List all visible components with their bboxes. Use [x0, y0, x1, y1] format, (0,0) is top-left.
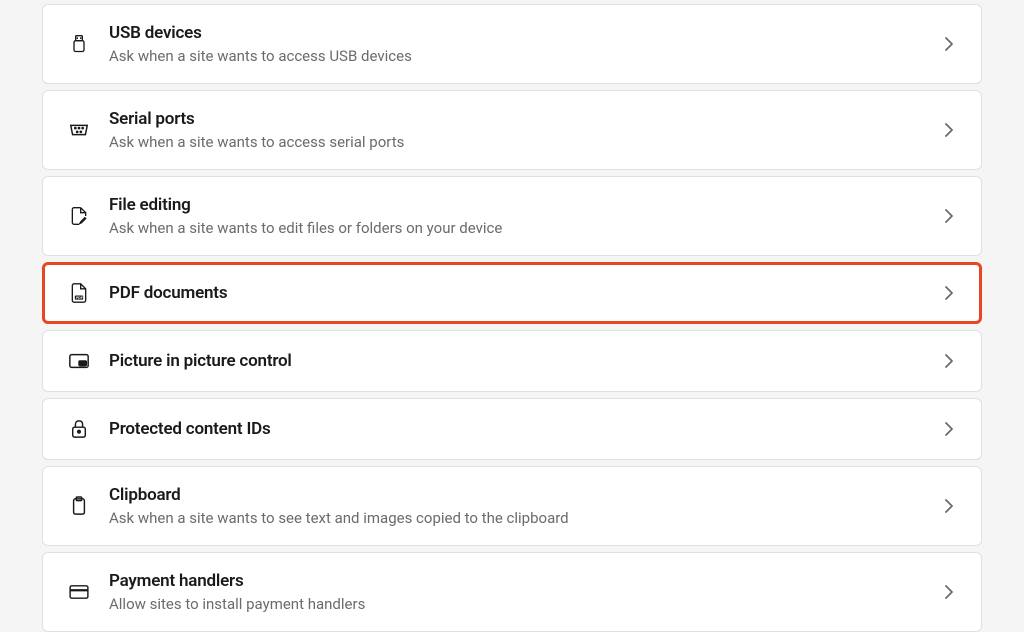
settings-item-picture-in-picture[interactable]: Picture in picture control [42, 330, 982, 392]
item-content: File editing Ask when a site wants to ed… [109, 195, 941, 237]
chevron-right-icon [941, 36, 957, 52]
item-title: Payment handlers [109, 571, 941, 591]
file-edit-icon [67, 204, 91, 228]
credit-card-icon [67, 580, 91, 604]
chevron-right-icon [941, 498, 957, 514]
item-title: Protected content IDs [109, 419, 941, 439]
item-title: PDF documents [109, 283, 941, 303]
item-content: PDF documents [109, 283, 941, 303]
chevron-right-icon [941, 122, 957, 138]
usb-icon [67, 32, 91, 56]
settings-item-serial-ports[interactable]: Serial ports Ask when a site wants to ac… [42, 90, 982, 170]
item-title: Picture in picture control [109, 351, 941, 371]
item-content: Clipboard Ask when a site wants to see t… [109, 485, 941, 527]
chevron-right-icon [941, 421, 957, 437]
settings-item-pdf-documents[interactable]: PDF PDF documents [42, 262, 982, 324]
item-title: USB devices [109, 23, 941, 43]
svg-text:PDF: PDF [76, 296, 83, 300]
serial-port-icon [67, 118, 91, 142]
item-title: Clipboard [109, 485, 941, 505]
item-content: Picture in picture control [109, 351, 941, 371]
settings-item-file-editing[interactable]: File editing Ask when a site wants to ed… [42, 176, 982, 256]
item-title: Serial ports [109, 109, 941, 129]
picture-in-picture-icon [67, 349, 91, 373]
item-content: Payment handlers Allow sites to install … [109, 571, 941, 613]
chevron-right-icon [941, 584, 957, 600]
settings-item-protected-content[interactable]: Protected content IDs [42, 398, 982, 460]
item-subtitle: Ask when a site wants to edit files or f… [109, 219, 941, 237]
item-title: File editing [109, 195, 941, 215]
item-subtitle: Ask when a site wants to see text and im… [109, 509, 941, 527]
item-content: Protected content IDs [109, 419, 941, 439]
settings-item-usb-devices[interactable]: USB devices Ask when a site wants to acc… [42, 4, 982, 84]
item-content: USB devices Ask when a site wants to acc… [109, 23, 941, 65]
lock-icon [67, 417, 91, 441]
settings-item-payment-handlers[interactable]: Payment handlers Allow sites to install … [42, 552, 982, 632]
item-subtitle: Ask when a site wants to access USB devi… [109, 47, 941, 65]
chevron-right-icon [941, 285, 957, 301]
chevron-right-icon [941, 353, 957, 369]
clipboard-icon [67, 494, 91, 518]
pdf-icon: PDF [67, 281, 91, 305]
chevron-right-icon [941, 208, 957, 224]
item-subtitle: Allow sites to install payment handlers [109, 595, 941, 613]
settings-list: USB devices Ask when a site wants to acc… [42, 0, 982, 632]
item-content: Serial ports Ask when a site wants to ac… [109, 109, 941, 151]
item-subtitle: Ask when a site wants to access serial p… [109, 133, 941, 151]
settings-item-clipboard[interactable]: Clipboard Ask when a site wants to see t… [42, 466, 982, 546]
